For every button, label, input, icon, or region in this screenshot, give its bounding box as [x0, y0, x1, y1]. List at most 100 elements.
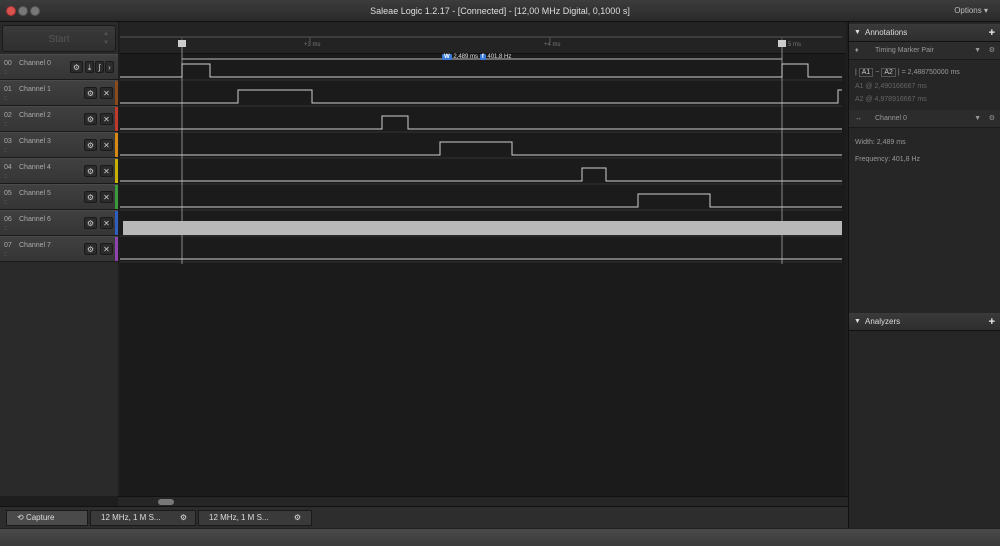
- marker-difference-value: = 2,488750000 ms: [901, 69, 960, 76]
- close-icon[interactable]: ✕: [100, 217, 113, 229]
- channel-name[interactable]: Channel 0: [19, 60, 51, 67]
- channel-name[interactable]: Channel 5: [19, 190, 51, 197]
- gear-icon[interactable]: ⚙: [84, 113, 97, 125]
- timing-marker-pair-row[interactable]: ♦ Timing Marker Pair ▼ ⚙: [849, 42, 1000, 60]
- channel-list: Start ▲ ▼ 00 Channel 0 ::: ⚙ ⤓ ∫ › 01 Cha…: [0, 22, 118, 496]
- channel-number: 07: [4, 242, 12, 249]
- channel-color-swatch: [115, 237, 118, 261]
- channel-color-swatch: [115, 133, 118, 157]
- a2-position: A2 @ 4,978916667 ms: [855, 96, 927, 103]
- gear-icon[interactable]: ⚙: [84, 139, 97, 151]
- trace-channel-4: [120, 167, 842, 182]
- frequency-badge: f: [479, 54, 486, 60]
- channel-name[interactable]: Channel 3: [19, 138, 51, 145]
- analyzers-title: Analyzers: [865, 317, 901, 326]
- horizontal-scrollbar[interactable]: [118, 496, 848, 506]
- channel-name[interactable]: Channel 2: [19, 112, 51, 119]
- scrollbar-thumb[interactable]: [158, 499, 174, 505]
- drag-handle-icon[interactable]: :::: [4, 96, 7, 102]
- close-icon[interactable]: ✕: [100, 243, 113, 255]
- drag-handle-icon[interactable]: :::: [4, 70, 7, 76]
- drag-handle-icon[interactable]: :::: [4, 226, 7, 232]
- tab-label: Capture: [25, 513, 55, 522]
- analyzers-header[interactable]: ▼ Analyzers +: [849, 313, 1000, 331]
- close-icon[interactable]: ✕: [100, 165, 113, 177]
- collapse-triangle-icon[interactable]: ▼: [854, 313, 861, 331]
- channel-number: 06: [4, 216, 12, 223]
- channel-name[interactable]: Channel 7: [19, 242, 51, 249]
- title-bar: Saleae Logic 1.2.17 - [Connected] - [12,…: [0, 0, 1000, 22]
- gear-icon[interactable]: ⚙: [84, 243, 97, 255]
- trace-channel-6: [123, 221, 842, 235]
- channel-number: 00: [4, 60, 12, 67]
- chevron-down-icon[interactable]: ▼: [974, 42, 981, 60]
- channel-number: 05: [4, 190, 12, 197]
- measurement-frequency-line: Frequency: 401,8 Hz: [855, 156, 920, 163]
- drag-handle-icon[interactable]: :::: [4, 148, 7, 154]
- close-icon[interactable]: ✕: [100, 139, 113, 151]
- close-icon[interactable]: ✕: [100, 87, 113, 99]
- a2-marker-select[interactable]: A2: [881, 68, 896, 77]
- channel-name[interactable]: Channel 4: [19, 164, 51, 171]
- session-tab-bar: ⟲ Capture 12 MHz, 1 M S... ⚙ 12 MHz, 1 M…: [0, 506, 848, 528]
- channel-row-3[interactable]: 03 Channel 3 ::: ⚙ ✕: [0, 132, 118, 158]
- add-analyzer-button[interactable]: +: [989, 313, 995, 331]
- trace-channel-0: [120, 63, 842, 78]
- side-panel: ▼ Annotations + ♦ Timing Marker Pair ▼ ⚙…: [848, 22, 1000, 528]
- gear-icon[interactable]: ⚙: [180, 511, 187, 525]
- chevron-right-icon[interactable]: ›: [105, 61, 114, 73]
- collapse-triangle-icon[interactable]: ▼: [854, 24, 861, 42]
- drag-handle-icon[interactable]: :::: [4, 200, 7, 206]
- channel-row-7[interactable]: 07 Channel 7 ::: ⚙ ✕: [0, 236, 118, 262]
- start-options-arrows-icon[interactable]: ▲ ▼: [103, 30, 109, 48]
- channel-row-4[interactable]: 04 Channel 4 ::: ⚙ ✕: [0, 158, 118, 184]
- measurement-width-line: Width: 2,489 ms: [855, 139, 906, 146]
- tab-capture[interactable]: ⟲ Capture: [6, 510, 88, 526]
- measurement-channel[interactable]: Channel 0: [875, 115, 907, 122]
- gear-icon[interactable]: ⚙: [84, 87, 97, 99]
- tab-label: 12 MHz, 1 M S...: [101, 513, 161, 522]
- measure-arrows-icon: ↔: [855, 115, 862, 122]
- channel-row-2[interactable]: 02 Channel 2 ::: ⚙ ✕: [0, 106, 118, 132]
- channel-row-1[interactable]: 01 Channel 1 ::: ⚙ ✕: [0, 80, 118, 106]
- a1-marker-select[interactable]: A1: [858, 68, 874, 77]
- tab-session-2[interactable]: 12 MHz, 1 M S... ⚙: [198, 510, 312, 526]
- gear-icon[interactable]: ⚙: [70, 61, 83, 73]
- drag-handle-icon[interactable]: :::: [4, 252, 7, 258]
- gear-icon[interactable]: ⚙: [84, 217, 97, 229]
- waveform-view[interactable]: +3 ms +4 ms 5 ms W 2,489 ms f 401,8 Hz: [120, 22, 846, 496]
- rising-edge-trigger-icon[interactable]: ∫: [95, 61, 104, 73]
- gear-icon[interactable]: ⚙: [84, 165, 97, 177]
- channel-color-swatch: [115, 107, 118, 131]
- channel-name[interactable]: Channel 6: [19, 216, 51, 223]
- close-icon[interactable]: ✕: [100, 191, 113, 203]
- start-button-label: Start: [48, 34, 70, 45]
- channel-row-5[interactable]: 05 Channel 5 ::: ⚙ ✕: [0, 184, 118, 210]
- tab-session-1[interactable]: 12 MHz, 1 M S... ⚙: [90, 510, 196, 526]
- measurement-frequency: 401,8 Hz: [487, 54, 512, 60]
- measurement-width: 2,489 ms: [453, 54, 479, 60]
- close-icon[interactable]: ✕: [100, 113, 113, 125]
- start-button[interactable]: Start ▲ ▼: [2, 25, 116, 52]
- channel-name[interactable]: Channel 1: [19, 86, 51, 93]
- drag-handle-icon[interactable]: :::: [4, 174, 7, 180]
- annotations-header[interactable]: ▼ Annotations +: [849, 24, 1000, 42]
- marker-pin-icon: ♦: [855, 47, 859, 54]
- falling-edge-trigger-icon[interactable]: ⤓: [85, 61, 94, 73]
- channel-row-6[interactable]: 06 Channel 6 ::: ⚙ ✕: [0, 210, 118, 236]
- measurement-row[interactable]: ↔ Channel 0 ▼ ⚙: [849, 110, 1000, 128]
- gear-icon[interactable]: ⚙: [989, 110, 995, 128]
- capture-icon: ⟲: [17, 513, 26, 522]
- window-title: Saleae Logic 1.2.17 - [Connected] - [12,…: [370, 6, 630, 16]
- trace-channel-1: [120, 89, 842, 104]
- gear-icon[interactable]: ⚙: [84, 191, 97, 203]
- add-annotation-button[interactable]: +: [989, 24, 995, 42]
- marker-difference-line: | A1 − A2 | = 2,488750000 ms: [855, 68, 960, 77]
- gear-icon[interactable]: ⚙: [989, 42, 995, 60]
- options-menu[interactable]: Options ▾: [954, 6, 988, 15]
- channel-row-0[interactable]: 00 Channel 0 ::: ⚙ ⤓ ∫ ›: [0, 54, 118, 80]
- trace-channel-2: [120, 115, 842, 130]
- drag-handle-icon[interactable]: :::: [4, 122, 7, 128]
- gear-icon[interactable]: ⚙: [294, 511, 301, 525]
- chevron-down-icon[interactable]: ▼: [974, 110, 981, 128]
